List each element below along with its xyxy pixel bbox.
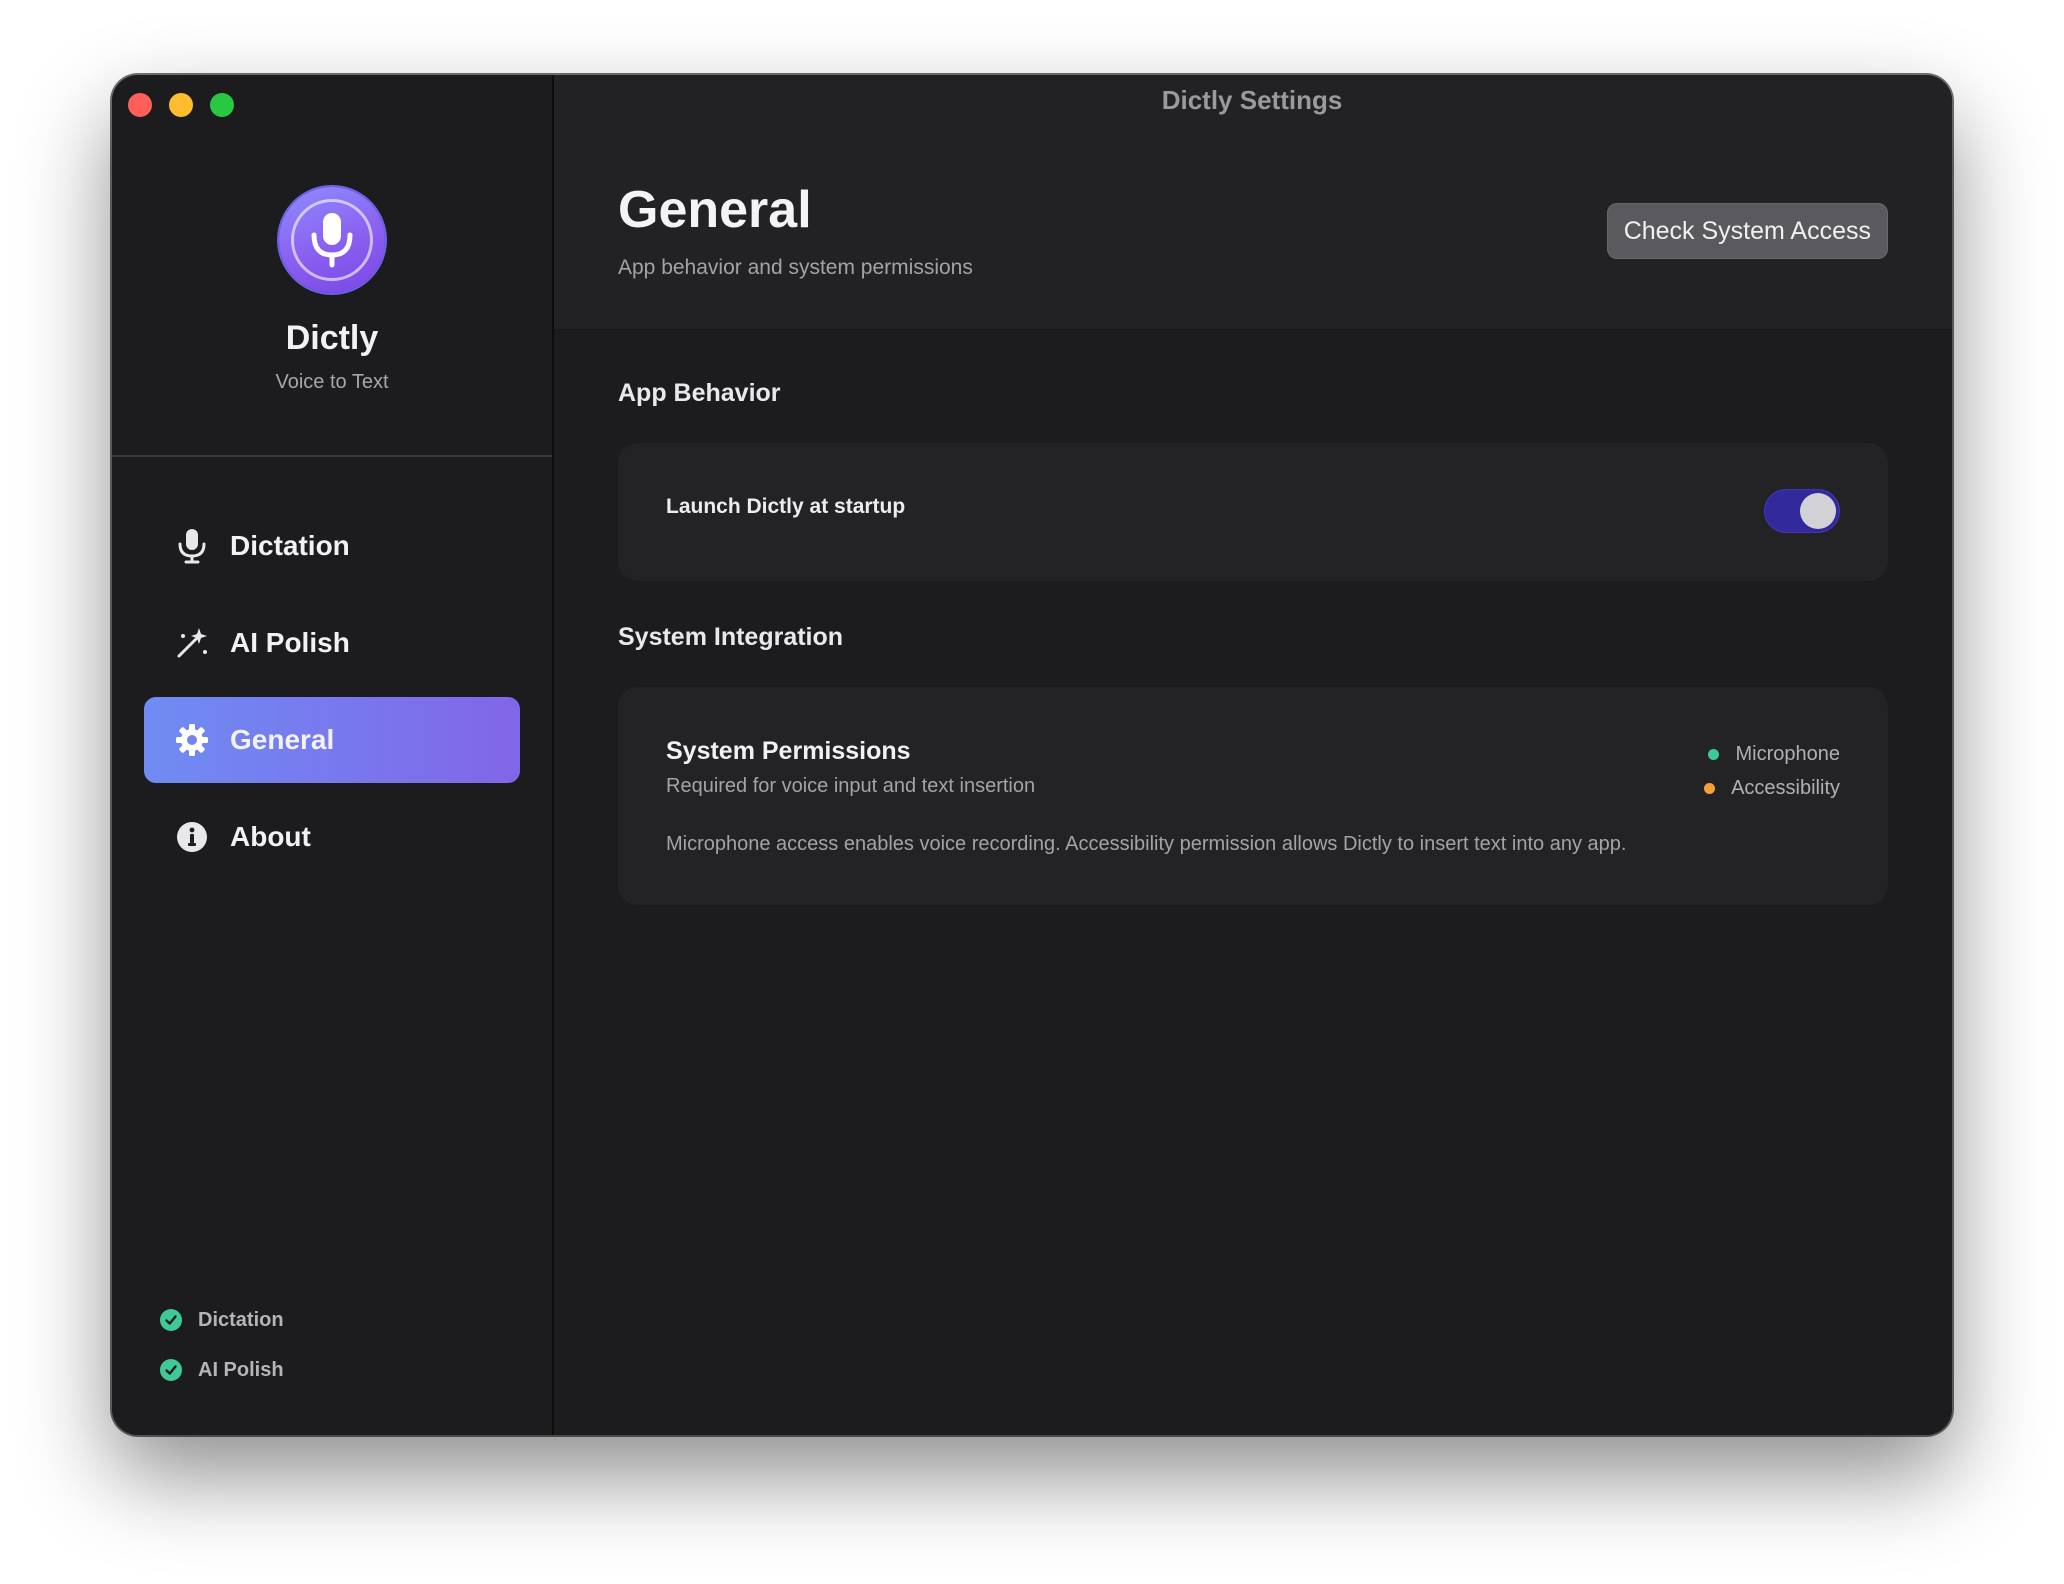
app-logo-icon xyxy=(279,187,385,293)
sidebar-item-label: AI Polish xyxy=(230,627,350,658)
permissions-title: System Permissions xyxy=(666,737,911,765)
permission-label: Microphone xyxy=(1735,742,1840,765)
status-label: Dictation xyxy=(198,1308,284,1331)
section-title-app-behavior: App Behavior xyxy=(618,379,781,407)
permission-status-list: Microphone Accessibility xyxy=(1704,737,1840,805)
sidebar-nav: Dictation AI Polish General About xyxy=(144,503,520,891)
status-label: AI Polish xyxy=(198,1358,284,1381)
toggle-knob xyxy=(1800,493,1836,529)
gear-icon xyxy=(174,722,210,758)
close-window-button[interactable] xyxy=(128,93,152,117)
service-status-list: Dictation AI Polish xyxy=(160,1295,284,1395)
sidebar-item-dictation[interactable]: Dictation xyxy=(144,503,520,589)
launch-at-startup-toggle[interactable] xyxy=(1764,489,1840,533)
sidebar-item-general[interactable]: General xyxy=(144,697,520,783)
system-permissions-card: System Permissions Required for voice in… xyxy=(618,687,1888,905)
sidebar-item-about[interactable]: About xyxy=(144,794,520,880)
page-title: General xyxy=(618,181,812,239)
check-circle-icon xyxy=(160,1309,182,1331)
permission-label: Accessibility xyxy=(1731,776,1840,799)
app-subtitle: Voice to Text xyxy=(275,371,389,393)
sidebar-item-label: Dictation xyxy=(230,530,350,561)
app-name: Dictly xyxy=(285,319,379,357)
permission-accessibility: Accessibility xyxy=(1704,771,1840,805)
permission-microphone: Microphone xyxy=(1704,737,1840,771)
sidebar-item-ai-polish[interactable]: AI Polish xyxy=(144,600,520,686)
main-content: General App behavior and system permissi… xyxy=(554,75,1952,1435)
status-dot-icon xyxy=(1704,782,1716,794)
minimize-window-button[interactable] xyxy=(169,93,193,117)
check-system-access-button[interactable]: Check System Access xyxy=(1606,203,1888,259)
section-title-system-integration: System Integration xyxy=(618,623,844,651)
permissions-subtitle: Required for voice input and text insert… xyxy=(666,775,1036,797)
settings-window: Dictly Settings Dictly Voice to Text Dic… xyxy=(112,75,1952,1435)
check-circle-icon xyxy=(160,1359,182,1381)
sidebar: Dictly Voice to Text Dictation AI Polish… xyxy=(112,75,554,1435)
window-title: Dictly Settings xyxy=(1161,85,1343,115)
permissions-description: Microphone access enables voice recordin… xyxy=(666,833,1627,855)
microphone-icon xyxy=(174,528,210,564)
maximize-window-button[interactable] xyxy=(210,93,234,117)
status-ai-polish: AI Polish xyxy=(160,1345,284,1395)
status-dictation: Dictation xyxy=(160,1295,284,1345)
sidebar-item-label: General xyxy=(230,724,335,755)
window-controls xyxy=(128,93,234,117)
info-icon xyxy=(174,819,210,855)
launch-at-startup-label: Launch Dictly at startup xyxy=(666,495,906,518)
status-dot-icon xyxy=(1708,748,1720,760)
app-behavior-card: Launch Dictly at startup xyxy=(618,443,1888,581)
sidebar-divider xyxy=(112,455,552,457)
sidebar-item-label: About xyxy=(230,821,311,852)
page-subtitle: App behavior and system permissions xyxy=(618,256,973,279)
magic-wand-icon xyxy=(174,625,210,661)
